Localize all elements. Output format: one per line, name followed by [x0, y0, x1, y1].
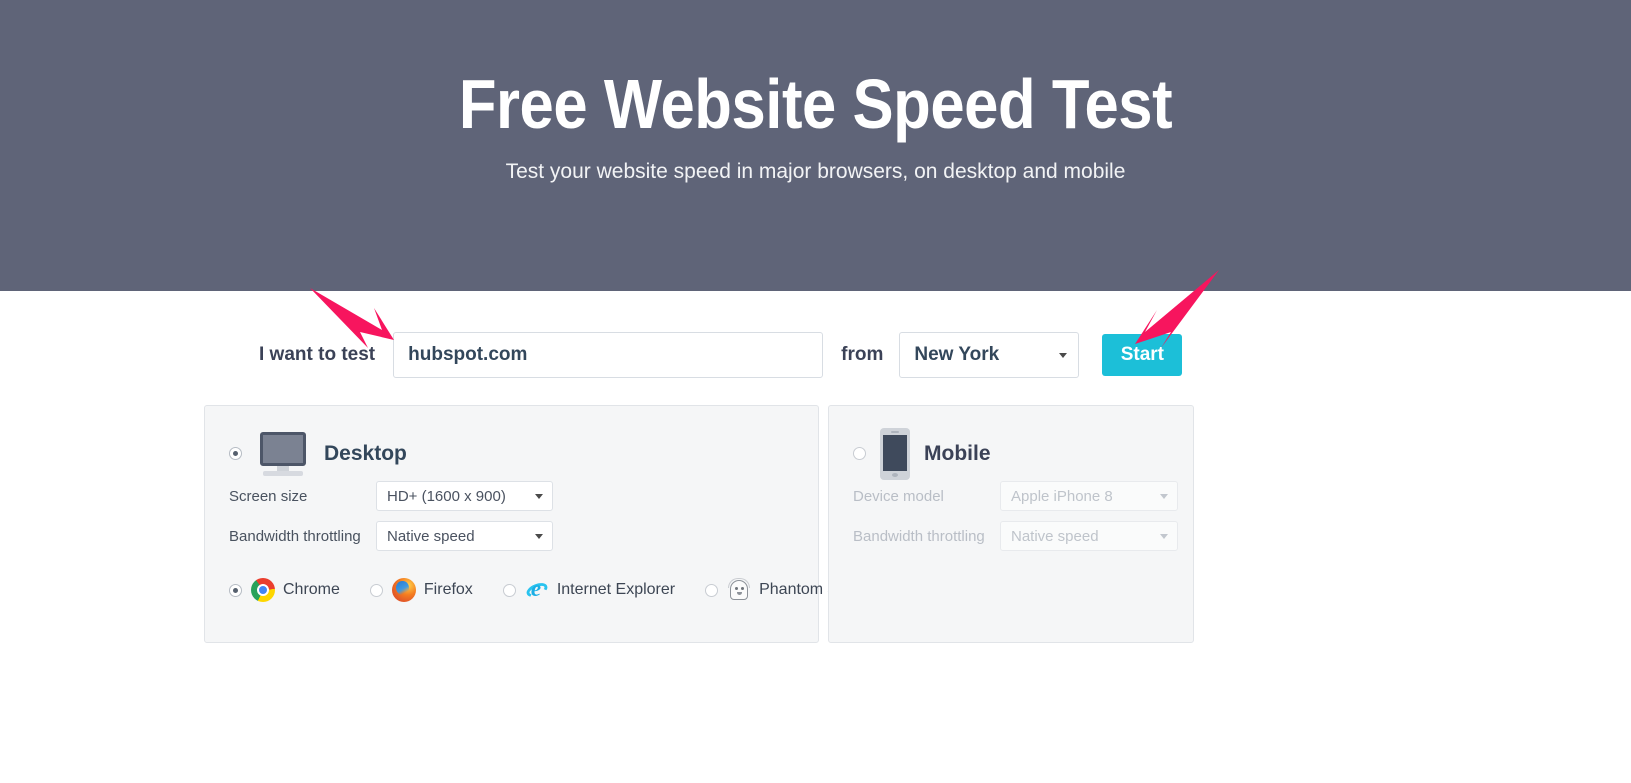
- screen-size-value: HD+ (1600 x 900): [387, 487, 506, 505]
- chevron-down-icon: [1059, 353, 1068, 358]
- mobile-bandwidth-label: Bandwidth throttling: [853, 527, 985, 545]
- browser-option-phantom-js[interactable]: Phantom JS: [705, 578, 846, 602]
- desktop-title: Desktop: [324, 441, 407, 465]
- chevron-down-icon: [535, 494, 543, 499]
- desktop-bandwidth-label: Bandwidth throttling: [229, 527, 361, 545]
- url-input[interactable]: [393, 332, 824, 378]
- mobile-bandwidth-row: Bandwidth throttling Native speed: [829, 520, 1193, 552]
- chrome-radio[interactable]: [229, 583, 242, 597]
- page-root: Free Website Speed Test Test your websit…: [0, 0, 1631, 783]
- desktop-header[interactable]: Desktop: [205, 406, 818, 476]
- firefox-radio[interactable]: [369, 583, 383, 597]
- desktop-bandwidth-value: Native speed: [387, 527, 475, 545]
- phantom-js-icon: [727, 578, 751, 602]
- chevron-down-icon: [1160, 494, 1168, 499]
- page-subtitle: Test your website speed in major browser…: [505, 160, 1126, 183]
- device-model-row: Device model Apple iPhone 8: [829, 480, 1193, 512]
- internet-explorer-label: Internet Explorer: [556, 581, 676, 598]
- mobile-bandwidth-select[interactable]: Native speed: [1000, 521, 1178, 551]
- mobile-header[interactable]: Mobile: [829, 406, 1193, 480]
- browser-options: Chrome Firefox e Internet Explorer Phant…: [205, 577, 846, 602]
- chevron-down-icon: [1160, 534, 1168, 539]
- page-title: Free Website Speed Test: [458, 65, 1173, 143]
- device-model-label: Device model: [853, 487, 944, 505]
- location-select-value: New York: [914, 344, 1000, 365]
- monitor-icon: [256, 431, 310, 476]
- device-model-value: Apple iPhone 8: [1011, 487, 1113, 505]
- firefox-label: Firefox: [423, 581, 473, 598]
- screen-size-label: Screen size: [229, 487, 308, 505]
- hero-banner: Free Website Speed Test Test your websit…: [0, 0, 1631, 291]
- from-label: from: [841, 344, 884, 365]
- firefox-icon: [391, 578, 416, 602]
- browser-option-firefox[interactable]: Firefox: [369, 578, 473, 602]
- phone-icon: [880, 427, 910, 480]
- mobile-radio[interactable]: [853, 447, 866, 460]
- internet-explorer-icon: e: [524, 577, 550, 602]
- desktop-bandwidth-select[interactable]: Native speed: [376, 521, 553, 551]
- mobile-panel[interactable]: Mobile Device model Apple iPhone 8 Bandw…: [828, 405, 1194, 643]
- speed-test-form: I want to test from New York Start: [259, 332, 1183, 378]
- i-want-to-test-label: I want to test: [259, 344, 376, 365]
- start-button[interactable]: Start: [1102, 334, 1183, 376]
- screen-size-select[interactable]: HD+ (1600 x 900): [376, 481, 553, 511]
- screen-size-row: Screen size HD+ (1600 x 900): [205, 480, 818, 512]
- desktop-radio[interactable]: [229, 447, 242, 460]
- desktop-panel[interactable]: Desktop Screen size HD+ (1600 x 900) Ban…: [204, 405, 846, 643]
- phantom-js-radio[interactable]: [705, 583, 719, 597]
- desktop-bandwidth-row: Bandwidth throttling Native speed: [205, 520, 818, 552]
- mobile-bandwidth-value: Native speed: [1011, 527, 1099, 545]
- browser-option-chrome[interactable]: Chrome: [229, 578, 340, 602]
- device-model-select[interactable]: Apple iPhone 8: [1000, 481, 1178, 511]
- internet-explorer-radio[interactable]: [502, 583, 516, 597]
- browser-option-internet-explorer[interactable]: e Internet Explorer: [502, 577, 676, 602]
- mobile-title: Mobile: [924, 441, 991, 465]
- chevron-down-icon: [535, 534, 543, 539]
- location-select[interactable]: New York: [899, 332, 1080, 378]
- chrome-icon: [251, 578, 275, 602]
- chrome-label: Chrome: [283, 581, 340, 598]
